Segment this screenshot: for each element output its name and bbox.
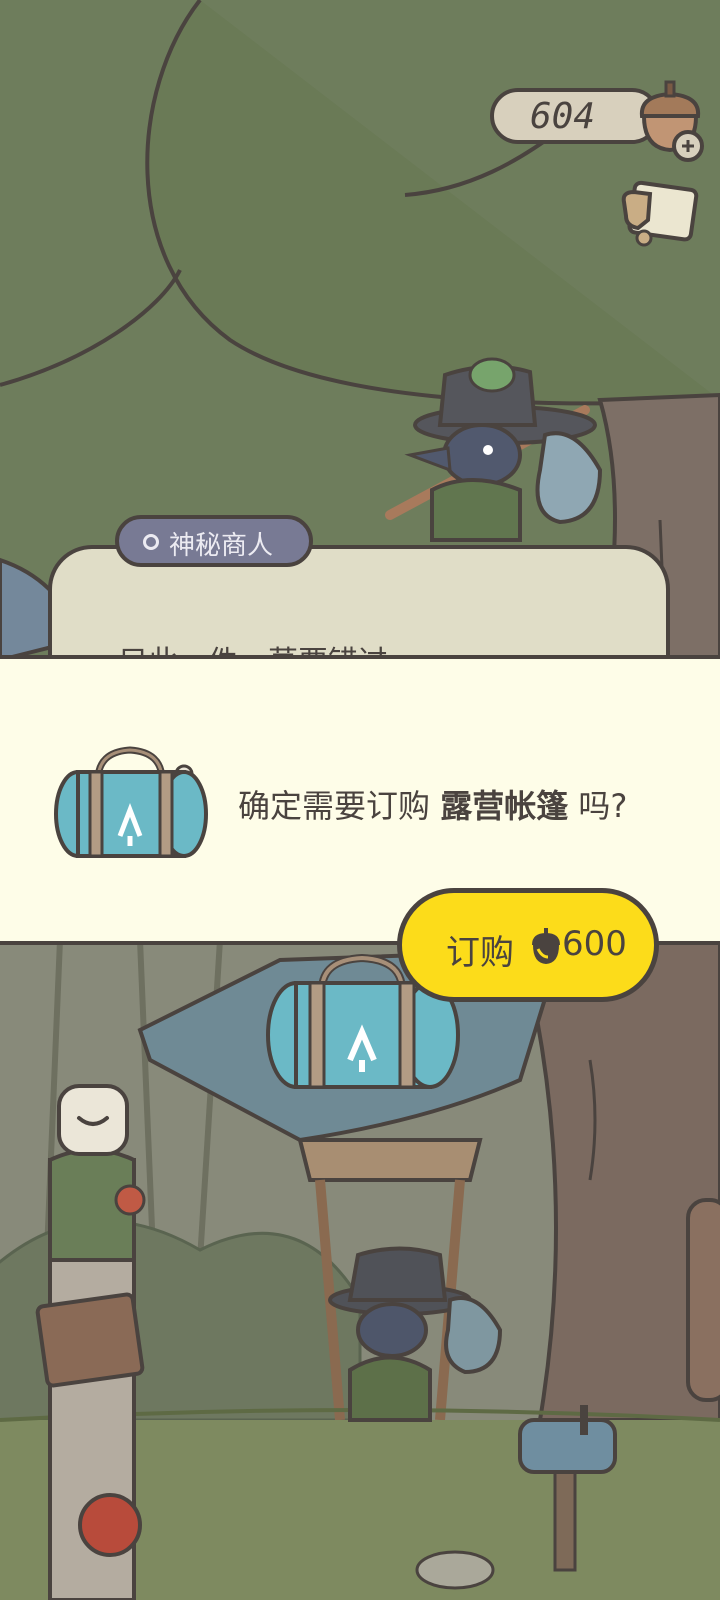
buy-price: 600 — [562, 924, 627, 964]
confirm-suffix: 吗? — [568, 787, 628, 825]
side-totem — [35, 1148, 146, 1600]
confirm-prefix: 确定需要订购 — [238, 787, 441, 825]
buy-label: 订购 — [446, 933, 514, 973]
side-menu-button[interactable] — [55, 1082, 131, 1158]
camping-bag-icon — [54, 746, 208, 858]
item-name: 露营帐篷 — [440, 787, 569, 825]
acorn-icon — [532, 928, 560, 964]
confirm-message: 确定需要订购 露营帐篷 吗? — [238, 781, 627, 827]
buy-button[interactable]: 订购 600 — [397, 888, 659, 1002]
